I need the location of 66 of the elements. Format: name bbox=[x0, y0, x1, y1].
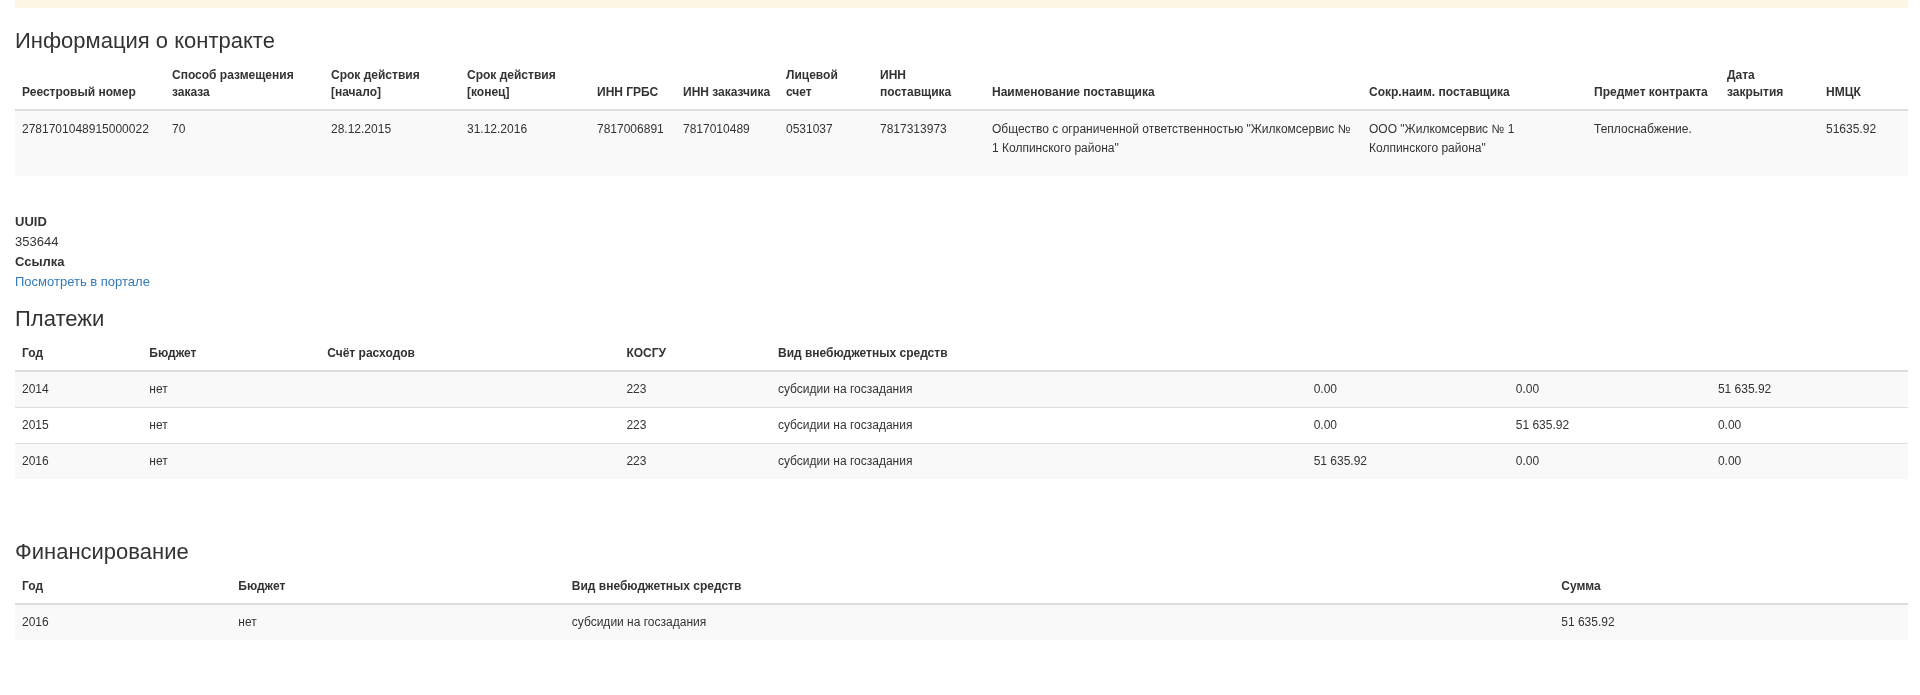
table-cell: 51 635.92 bbox=[1313, 454, 1367, 468]
column-header: Вид внебюджетных средств bbox=[571, 579, 742, 593]
table-cell: 2016 bbox=[22, 615, 49, 629]
table-cell: 51 635.92 bbox=[1561, 615, 1615, 629]
detail-label: UUID bbox=[15, 213, 48, 231]
table-cell: 0.00 bbox=[1515, 382, 1540, 396]
column-header: Срок действия [конец] bbox=[467, 68, 556, 99]
column-header: Бюджет bbox=[238, 579, 286, 593]
table-cell: 0.00 bbox=[1313, 382, 1337, 396]
table-cell: 0.00 bbox=[1313, 418, 1337, 432]
column-header: Лицевой счет bbox=[786, 68, 838, 99]
table-cell: 2016 bbox=[22, 454, 49, 468]
column-header: Наименование поставщика bbox=[992, 85, 1155, 99]
table-cell: нет bbox=[149, 418, 168, 432]
section-title: Финансирование bbox=[15, 539, 190, 565]
table-cell: 223 bbox=[626, 454, 647, 468]
table-cell: 2014 bbox=[22, 382, 49, 396]
table-cell: 0.00 bbox=[1515, 454, 1540, 468]
table-cell: 51635.92 bbox=[1826, 122, 1877, 136]
table-cell: 7817313973 bbox=[880, 122, 947, 136]
column-header: Счёт расходов bbox=[327, 346, 415, 360]
column-header: Год bbox=[22, 579, 43, 593]
table-cell: 7817006891 bbox=[597, 122, 664, 136]
detail-label: Ссылка bbox=[15, 253, 66, 271]
column-header: НМЦК bbox=[1826, 85, 1861, 99]
table-cell: 2015 bbox=[22, 418, 49, 432]
table-cell: нет bbox=[149, 454, 168, 468]
column-header: КОСГУ bbox=[626, 346, 666, 360]
column-header: Дата закрытия bbox=[1727, 68, 1784, 99]
table-cell: 51 635.92 bbox=[1515, 418, 1570, 432]
column-header: Сумма bbox=[1561, 579, 1601, 593]
table-cell: 70 bbox=[172, 122, 186, 136]
column-header: ИНН заказчика bbox=[683, 85, 771, 99]
table-cell: нет bbox=[238, 615, 257, 629]
column-header: Год bbox=[22, 346, 43, 360]
table-cell: 28.12.2015 bbox=[331, 122, 392, 136]
table-cell: 51 635.92 bbox=[1717, 382, 1772, 396]
table-cell: Теплоснабжение. bbox=[1594, 122, 1692, 136]
table-cell: 7817010489 bbox=[683, 122, 750, 136]
table-cell: 0.00 bbox=[1717, 418, 1742, 432]
table-cell: 0531037 bbox=[786, 122, 833, 136]
section-title: Информация о контракте bbox=[15, 28, 276, 54]
table-cell: субсидии на госзадания bbox=[777, 454, 913, 468]
column-header: Способ размещения заказа bbox=[172, 68, 294, 99]
section-title: Платежи bbox=[15, 306, 106, 332]
column-header: Реестровый номер bbox=[22, 85, 136, 99]
table-cell: 2781701048915000022 bbox=[22, 122, 149, 136]
table-cell: 31.12.2016 bbox=[467, 122, 528, 136]
column-header: Вид внебюджетных средств bbox=[777, 346, 948, 360]
table-cell: ООО "Жилкомсервис № 1 Колпинского района" bbox=[1369, 122, 1515, 155]
column-header: Срок действия [начало] bbox=[331, 68, 420, 99]
column-header: Сокр.наим. поставщика bbox=[1369, 85, 1510, 99]
table-cell: Общество с ограниченной ответственностью "Жилкомсервис № 1 Колпинского района" bbox=[992, 122, 1351, 155]
table-cell: субсидии на госзадания bbox=[571, 615, 707, 629]
column-header: Предмет контракта bbox=[1594, 85, 1708, 99]
column-header: ИНН поставщика bbox=[880, 68, 952, 99]
portal-link[interactable]: Посмотреть в портале bbox=[15, 272, 150, 292]
table-cell: 223 bbox=[626, 382, 647, 396]
column-header: Бюджет bbox=[149, 346, 197, 360]
table-cell: 223 bbox=[626, 418, 647, 432]
table-cell: субсидии на госзадания bbox=[777, 418, 913, 432]
table-cell: 0.00 bbox=[1717, 454, 1742, 468]
table-cell: субсидии на госзадания bbox=[777, 382, 913, 396]
table-cell: нет bbox=[149, 382, 168, 396]
column-header: ИНН ГРБС bbox=[597, 85, 659, 99]
detail-value: 353644 bbox=[15, 233, 60, 251]
